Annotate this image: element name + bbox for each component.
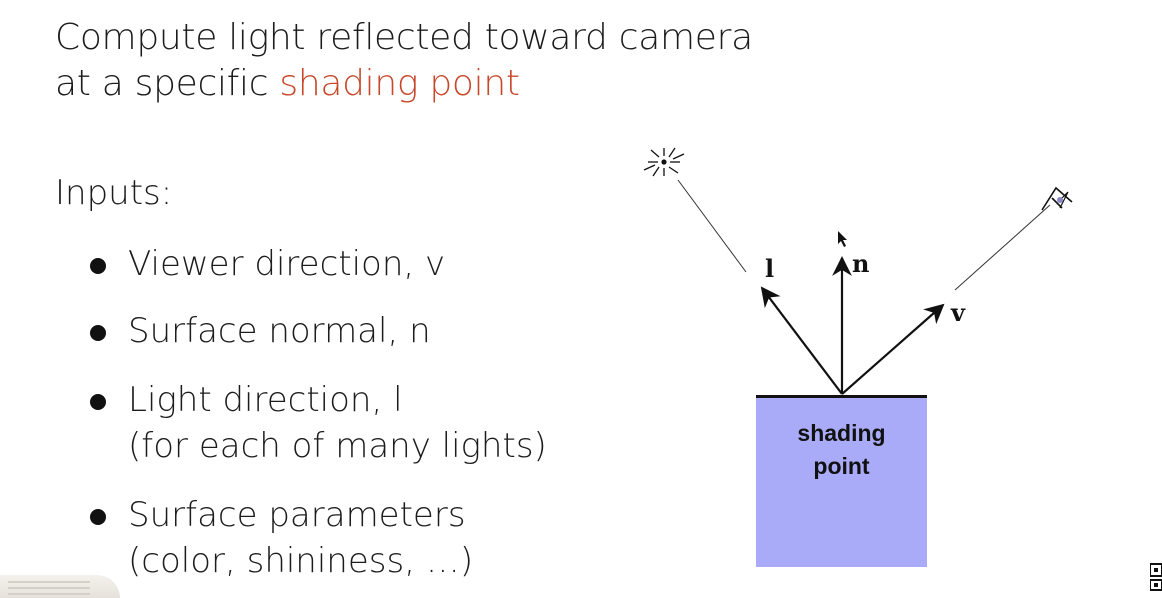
bullet-text: Viewer direction, v — [128, 244, 446, 284]
light-vector-label: l — [765, 254, 775, 283]
bullet-subtext: (for each of many lights) — [128, 426, 547, 466]
bullet-dot — [90, 509, 106, 525]
normal-vector-label: n — [852, 249, 870, 278]
bullet-dot — [90, 258, 106, 274]
viewer-vector-label: v — [951, 298, 965, 327]
bullet-text: Light direction, l — [128, 380, 403, 420]
shading-point-box: shading point — [756, 395, 927, 567]
light-burst-icon — [643, 147, 685, 177]
view-ray-line — [954, 204, 1051, 291]
shading-point-label: shading point — [797, 420, 886, 479]
inputs-heading: Inputs: — [55, 173, 173, 213]
light-ray-line — [677, 179, 747, 273]
viewer-vector-arrow — [841, 303, 945, 395]
title-line-2-prefix: at a specific — [55, 63, 280, 104]
bullet-text: Surface normal, n — [128, 311, 431, 351]
bullet-text: Surface parameters — [128, 495, 466, 535]
bullet-dot — [90, 325, 106, 341]
title-highlight: shading point — [279, 63, 520, 104]
corner-decoration — [0, 575, 120, 598]
slide: Compute light reflected toward camera at… — [0, 0, 1162, 598]
bullet-dot — [90, 394, 106, 410]
qr-code-icon — [1150, 563, 1162, 591]
bullet-subtext: (color, shininess, …) — [128, 541, 474, 581]
mouse-cursor-icon — [838, 231, 847, 247]
eye-icon — [1041, 186, 1073, 211]
title-line-1: Compute light reflected toward camera — [55, 17, 753, 58]
light-vector-arrow — [760, 286, 843, 395]
title-line-2: at a specific shading point — [55, 63, 520, 104]
